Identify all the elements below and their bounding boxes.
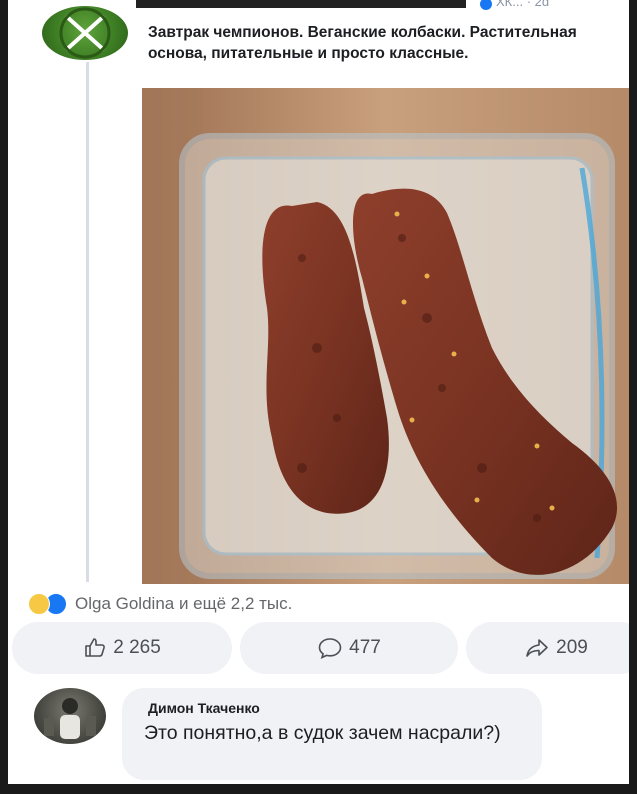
reactions-text: Olga Goldina и ещё 2,2 тыс. [75, 594, 293, 613]
commenter-avatar[interactable] [34, 688, 106, 744]
post-screenshot: ХК... · 2d Завтрак чемпионов. Веганские … [8, 0, 629, 784]
haha-icon [28, 593, 50, 615]
sausages-image [142, 88, 629, 584]
globe-icon [480, 0, 492, 10]
thumbs-up-icon [85, 638, 106, 657]
comments-count: 477 [349, 637, 381, 658]
comment-button[interactable]: 477 [240, 622, 458, 674]
shares-count: 209 [556, 637, 588, 658]
reactions-summary[interactable]: Olga Goldina и ещё 2,2 тыс. [28, 592, 292, 616]
share-button[interactable]: 209 [466, 622, 629, 674]
comment-author[interactable]: Димон Ткаченко [148, 700, 260, 716]
comment-text: Это понятно,а в судок зачем насрали?) [144, 722, 501, 744]
likes-count: 2 265 [113, 637, 161, 658]
person-photo-icon [44, 698, 96, 739]
post-meta: ХК... · 2d [496, 0, 550, 9]
share-arrow-icon [526, 639, 548, 657]
post-photo[interactable] [142, 88, 629, 584]
post-caption: Завтрак чемпионов. Веганские колбаски. Р… [148, 24, 577, 62]
cross-logo-icon [59, 7, 111, 59]
like-button[interactable]: 2 265 [12, 622, 232, 674]
comment-bubble: Димон Ткаченко Это понятно,а в судок зач… [122, 688, 542, 780]
header-strip: ХК... · 2d [136, 0, 606, 16]
comment-bubble-icon [318, 638, 342, 659]
cropped-header-bar [136, 0, 466, 8]
page-avatar[interactable] [42, 6, 128, 60]
thread-line [86, 62, 89, 582]
